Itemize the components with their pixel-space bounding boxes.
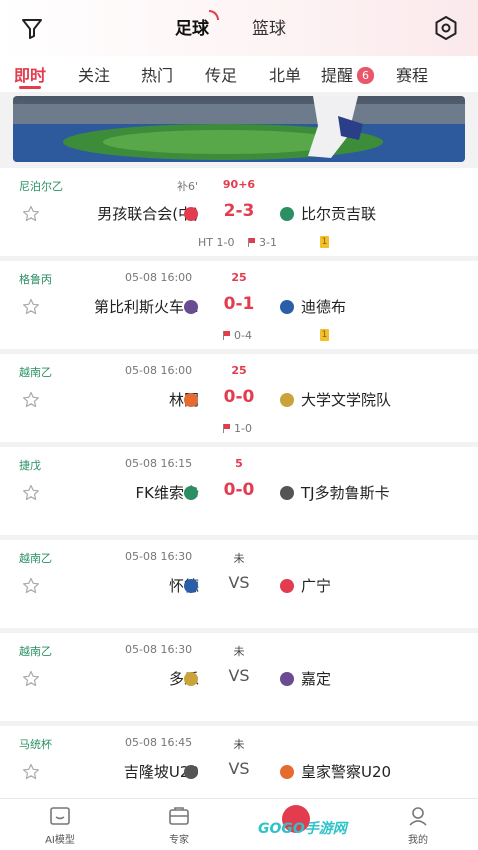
favorite-star-icon[interactable] bbox=[22, 670, 40, 688]
tab-expert[interactable]: 专家 bbox=[144, 805, 214, 846]
match-score: VS bbox=[228, 759, 250, 778]
category-nav: 即时 关注 热门 传足 北单 提醒 6 赛程 bbox=[0, 56, 478, 92]
yellow-card-icon: 1 bbox=[320, 236, 329, 248]
away-team: 嘉定 bbox=[301, 670, 332, 688]
corner-flag-icon bbox=[223, 424, 231, 433]
away-team: 迪德布 bbox=[301, 298, 347, 316]
nav-item-schedule[interactable]: 赛程 bbox=[396, 62, 428, 86]
nav-item-beidan[interactable]: 北单 bbox=[269, 62, 301, 86]
settings-icon[interactable] bbox=[432, 14, 460, 42]
home-team-logo-icon bbox=[184, 393, 198, 407]
nav-item-reminder[interactable]: 提醒 6 bbox=[321, 62, 375, 86]
league-name[interactable]: 越南乙 bbox=[19, 550, 52, 566]
match-card[interactable]: 格鲁丙 05-08 16:00 25 第比利斯火车… 0-1 迪德布 0-4 1 bbox=[0, 261, 478, 349]
corner-value: 3-1 bbox=[259, 236, 277, 249]
away-team-logo-icon bbox=[280, 486, 294, 500]
league-name[interactable]: 马统杯 bbox=[19, 736, 52, 752]
nav-item-follow[interactable]: 关注 bbox=[78, 62, 110, 86]
match-minute: 未 bbox=[233, 645, 245, 658]
tab-ai-model[interactable]: AI模型 bbox=[25, 805, 95, 846]
home-team-logo-icon bbox=[184, 672, 198, 686]
away-team: TJ多勃鲁斯卡 bbox=[301, 484, 390, 502]
match-minute: 90+6 bbox=[222, 178, 256, 191]
filter-icon[interactable] bbox=[18, 14, 46, 42]
match-score: VS bbox=[228, 573, 250, 592]
match-score: 0-0 bbox=[223, 480, 255, 500]
match-time: 05-08 16:30 bbox=[125, 643, 193, 656]
favorite-star-icon[interactable] bbox=[22, 763, 40, 781]
home-team-logo-icon bbox=[184, 300, 198, 314]
nav-item-live[interactable]: 即时 bbox=[14, 62, 46, 86]
league-name[interactable]: 捷戊 bbox=[19, 457, 41, 473]
tab-profile[interactable]: 我的 bbox=[383, 805, 453, 846]
site-watermark: GOGO手游网 bbox=[258, 821, 347, 837]
away-team: 大学文学院队 bbox=[301, 391, 392, 409]
match-minute: 5 bbox=[235, 457, 243, 470]
nav-active-indicator bbox=[19, 86, 41, 89]
corner-count: 0-4 bbox=[223, 329, 252, 342]
favorite-star-icon[interactable] bbox=[22, 484, 40, 502]
corner-count: 3-1 bbox=[248, 236, 277, 249]
home-team-logo-icon bbox=[184, 579, 198, 593]
league-name[interactable]: 越南乙 bbox=[19, 643, 52, 659]
match-card[interactable]: 捷戊 05-08 16:15 5 FK维索卡 0-0 TJ多勃鲁斯卡 bbox=[0, 447, 478, 535]
match-minute: 25 bbox=[231, 364, 247, 377]
away-team: 比尔贡吉联 bbox=[301, 205, 377, 223]
match-minute: 未 bbox=[233, 552, 245, 565]
match-time: 补6' bbox=[177, 180, 199, 193]
home-team-logo-icon bbox=[184, 765, 198, 779]
away-team-logo-icon bbox=[280, 579, 294, 593]
match-time: 05-08 16:30 bbox=[125, 550, 193, 563]
match-time: 05-08 16:00 bbox=[125, 364, 193, 377]
promo-banner[interactable] bbox=[13, 96, 465, 162]
corner-value: 1-0 bbox=[234, 422, 252, 435]
favorite-star-icon[interactable] bbox=[22, 577, 40, 595]
match-score: 0-1 bbox=[223, 294, 255, 314]
away-team: 广宁 bbox=[301, 577, 332, 595]
match-card[interactable]: 越南乙 05-08 16:30 未 怀德 VS 广宁 bbox=[0, 540, 478, 628]
match-time: 05-08 16:45 bbox=[125, 736, 193, 749]
bottom-tab-bar: AI模型 专家 我的 bbox=[0, 798, 478, 850]
match-score: VS bbox=[228, 666, 250, 685]
favorite-star-icon[interactable] bbox=[22, 298, 40, 316]
away-team-logo-icon bbox=[280, 393, 294, 407]
away-team-logo-icon bbox=[280, 672, 294, 686]
away-team: 皇家警察U20 bbox=[301, 763, 392, 781]
reminder-badge: 6 bbox=[357, 67, 375, 84]
corner-flag-icon bbox=[248, 238, 256, 247]
corner-count: 1-0 bbox=[223, 422, 252, 435]
nav-item-hot[interactable]: 热门 bbox=[141, 62, 173, 86]
match-minute: 未 bbox=[233, 738, 245, 751]
match-card[interactable]: 越南乙 05-08 16:30 未 多乐 VS 嘉定 bbox=[0, 633, 478, 721]
halftime-score: HT 1-0 bbox=[198, 236, 235, 249]
nav-item-lottery[interactable]: 传足 bbox=[205, 62, 237, 86]
league-name[interactable]: 尼泊尔乙 bbox=[19, 178, 63, 194]
league-name[interactable]: 格鲁丙 bbox=[19, 271, 52, 287]
profile-icon bbox=[409, 807, 427, 826]
corner-flag-icon bbox=[223, 331, 231, 340]
tab-basketball[interactable]: 篮球 bbox=[252, 14, 286, 39]
match-time: 05-08 16:15 bbox=[125, 457, 193, 470]
home-team-logo-icon bbox=[184, 207, 198, 221]
match-minute: 25 bbox=[231, 271, 247, 284]
match-card[interactable]: 尼泊尔乙 补6' 90+6 男孩联合会(中) 2-3 比尔贡吉联 HT 1-0 3… bbox=[0, 168, 478, 256]
match-score: 0-0 bbox=[223, 387, 255, 407]
tab-football[interactable]: 足球 bbox=[175, 10, 219, 39]
away-team-logo-icon bbox=[280, 207, 294, 221]
yellow-card-icon: 1 bbox=[320, 329, 329, 341]
league-name[interactable]: 越南乙 bbox=[19, 364, 52, 380]
ai-model-icon bbox=[50, 807, 70, 825]
corner-value: 0-4 bbox=[234, 329, 252, 342]
favorite-star-icon[interactable] bbox=[22, 391, 40, 409]
home-team-logo-icon bbox=[184, 486, 198, 500]
favorite-star-icon[interactable] bbox=[22, 205, 40, 223]
match-card[interactable]: 越南乙 05-08 16:00 25 林同 0-0 大学文学院队 1-0 bbox=[0, 354, 478, 442]
match-time: 05-08 16:00 bbox=[125, 271, 193, 284]
away-team-logo-icon bbox=[280, 300, 294, 314]
top-bar: 足球 篮球 bbox=[0, 0, 478, 56]
away-team-logo-icon bbox=[280, 765, 294, 779]
expert-icon bbox=[169, 807, 189, 825]
match-score: 2-3 bbox=[223, 201, 255, 221]
